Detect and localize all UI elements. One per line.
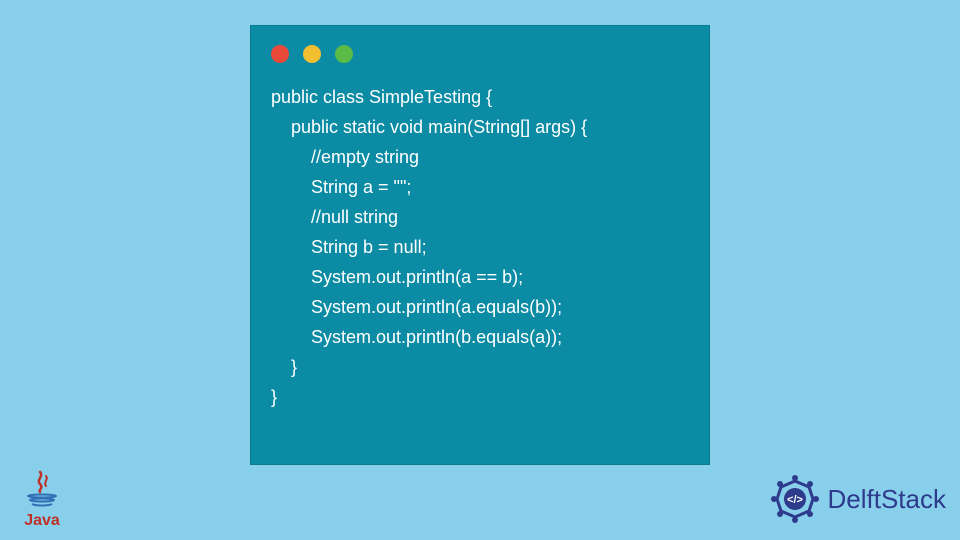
close-dot-icon <box>271 45 289 63</box>
maximize-dot-icon <box>335 45 353 63</box>
code-window: public class SimpleTesting { public stat… <box>250 25 710 465</box>
delftstack-label: DelftStack <box>828 484 947 515</box>
delftstack-icon: </> <box>768 472 822 526</box>
delftstack-logo: </> DelftStack <box>768 472 947 526</box>
java-logo-label: Java <box>18 512 66 530</box>
minimize-dot-icon <box>303 45 321 63</box>
svg-text:</>: </> <box>787 494 803 506</box>
window-titlebar <box>271 40 689 68</box>
java-cup-icon <box>18 470 66 514</box>
code-block: public class SimpleTesting { public stat… <box>271 82 689 412</box>
java-logo: Java <box>18 470 66 530</box>
